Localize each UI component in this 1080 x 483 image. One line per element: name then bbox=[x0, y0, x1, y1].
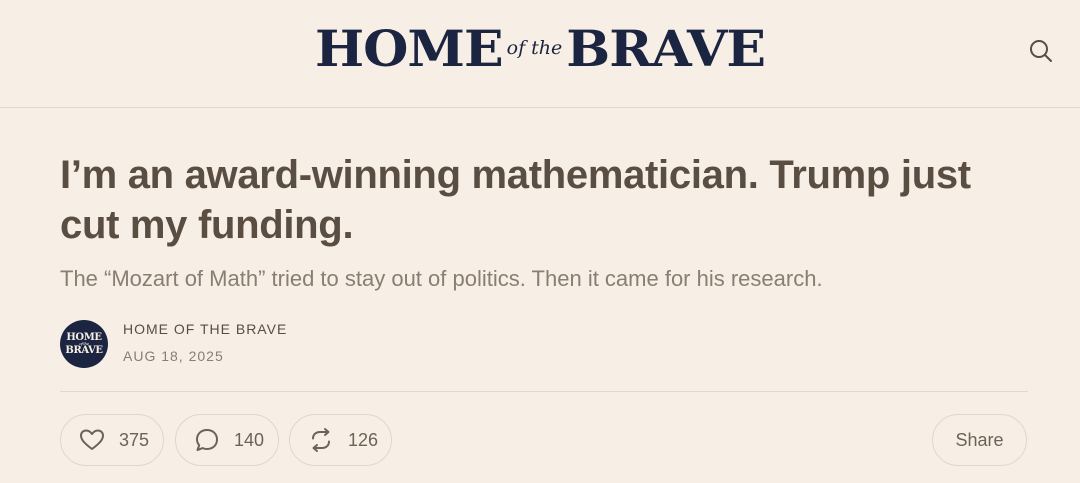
share-button[interactable]: Share bbox=[932, 414, 1027, 466]
divider bbox=[60, 391, 1028, 392]
share-label: Share bbox=[955, 429, 1004, 450]
restack-count: 126 bbox=[348, 429, 379, 450]
restack-icon bbox=[312, 428, 330, 452]
like-button[interactable]: 375 bbox=[60, 414, 164, 466]
publish-date: AUG 18, 2025 bbox=[123, 348, 224, 364]
site-logo[interactable]: HOME of theBRAVE bbox=[0, 22, 1080, 78]
logo-word-home: HOME bbox=[315, 20, 504, 79]
author-name-link[interactable]: HOME OF THE BRAVE bbox=[123, 321, 287, 337]
logo-connector: of the bbox=[506, 37, 563, 59]
site-header: HOME of theBRAVE bbox=[0, 0, 1080, 108]
logo-word-brave: BRAVE bbox=[566, 20, 766, 79]
heart-icon bbox=[80, 429, 104, 450]
article-subtitle: The “Mozart of Math” tried to stay out o… bbox=[60, 266, 823, 291]
restack-button[interactable]: 126 bbox=[289, 414, 392, 466]
avatar-word-brave: BRAVE bbox=[65, 345, 103, 356]
comment-icon bbox=[196, 429, 218, 451]
comment-count: 140 bbox=[234, 429, 265, 450]
search-icon bbox=[1030, 40, 1052, 62]
like-count: 375 bbox=[119, 429, 150, 450]
publication-avatar[interactable]: HOME of the BRAVE bbox=[60, 320, 108, 368]
comment-button[interactable]: 140 bbox=[175, 414, 279, 466]
article-title: I’m an award-winning mathematician. Trum… bbox=[60, 153, 971, 247]
search-button[interactable] bbox=[1024, 34, 1058, 68]
